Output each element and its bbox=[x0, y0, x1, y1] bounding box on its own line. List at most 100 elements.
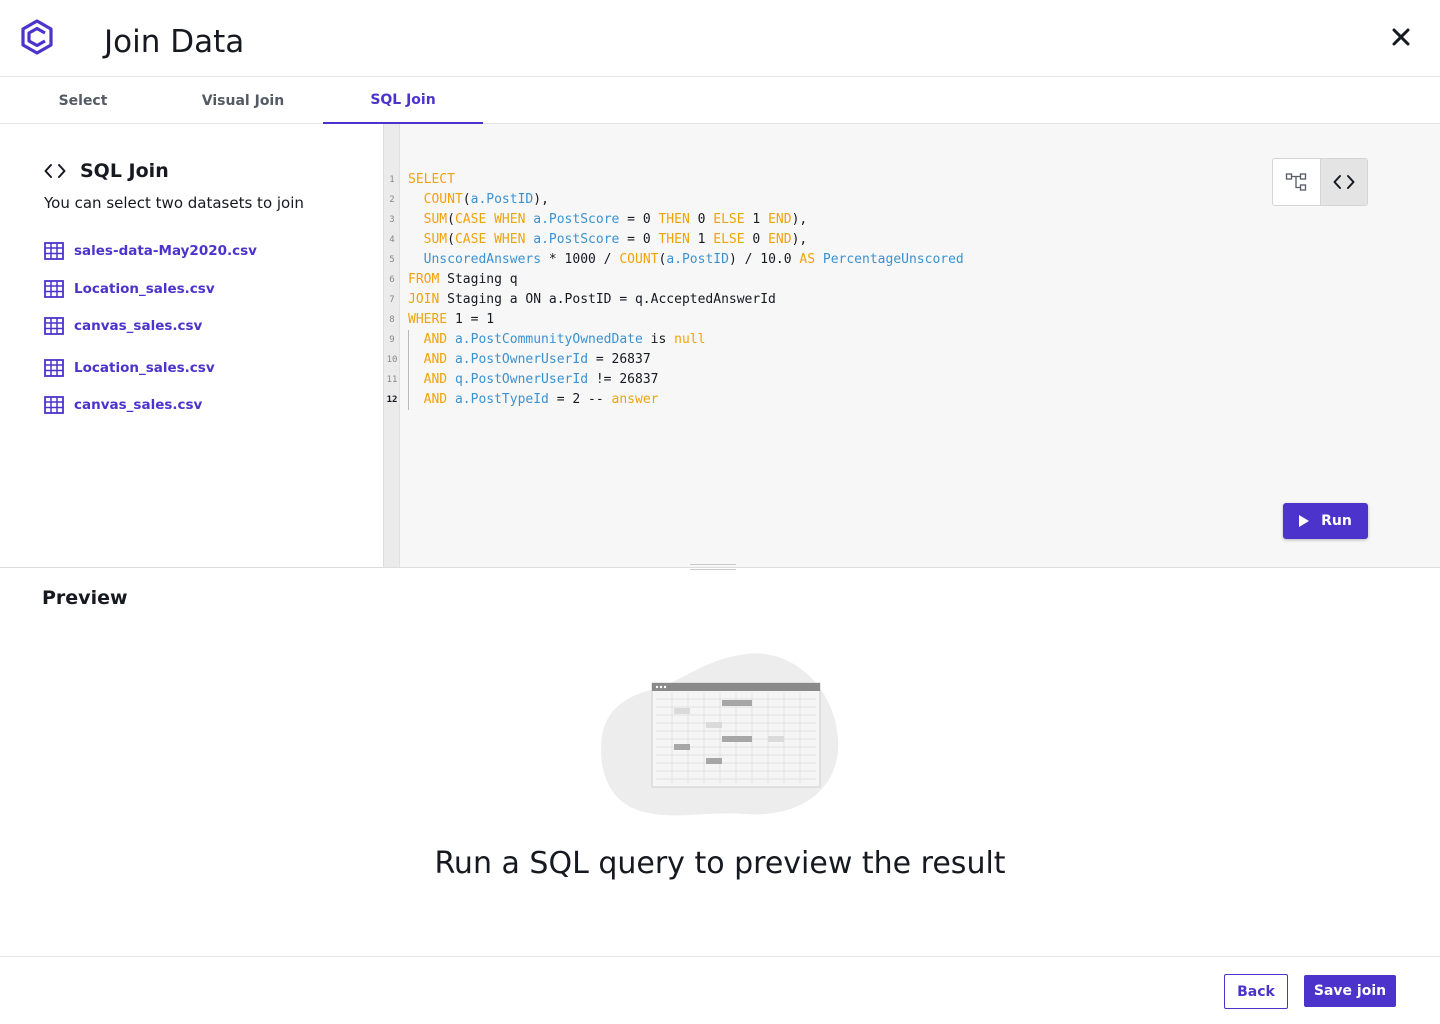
panel-subtitle: You can select two datasets to join bbox=[44, 194, 304, 212]
line-number: 6 bbox=[389, 275, 395, 285]
dataset-item[interactable]: canvas_sales.csv bbox=[44, 396, 202, 414]
sql-identifier: q.PostOwnerUserId bbox=[454, 372, 589, 387]
sql-keyword: THEN bbox=[658, 212, 690, 227]
modal-header: Join Data bbox=[0, 0, 1440, 77]
line-number: 11 bbox=[386, 375, 398, 385]
sql-text: ), bbox=[791, 232, 808, 247]
code-line: 12 AND a.PostTypeId = 2 -- answer bbox=[384, 390, 1284, 410]
sql-text: = 0 bbox=[619, 232, 659, 247]
sql-text: 0 bbox=[689, 212, 714, 227]
line-number: 9 bbox=[389, 335, 395, 345]
line-number: 8 bbox=[389, 315, 395, 325]
preview-title: Preview bbox=[42, 587, 128, 609]
dataset-panel: SQL Join You can select two datasets to … bbox=[0, 124, 384, 567]
dataset-label: canvas_sales.csv bbox=[74, 397, 203, 413]
tab-select[interactable]: Select bbox=[3, 77, 163, 124]
sql-keyword: SUM bbox=[423, 232, 448, 247]
sql-identifier: UnscoredAnswers bbox=[423, 252, 542, 267]
sql-text: * 1000 / bbox=[541, 252, 620, 267]
dataset-label: Location_sales.csv bbox=[74, 281, 215, 297]
table-icon bbox=[44, 317, 64, 335]
code-line: 9 AND a.PostCommunityOwnedDate is null bbox=[384, 330, 1284, 350]
line-number: 10 bbox=[386, 355, 398, 365]
code-mode-button[interactable] bbox=[1319, 159, 1367, 205]
sql-text: is bbox=[642, 332, 675, 347]
visual-diagram-icon bbox=[1286, 173, 1307, 191]
code-line: 10 AND a.PostOwnerUserId = 26837 bbox=[384, 350, 1284, 370]
dataset-item[interactable]: canvas_sales.csv bbox=[44, 317, 202, 335]
line-number: 3 bbox=[389, 215, 395, 225]
sql-identifier: a.PostID bbox=[666, 252, 729, 267]
code-line: 11 AND q.PostOwnerUserId != 26837 bbox=[384, 370, 1284, 390]
table-icon bbox=[44, 396, 64, 414]
code-line: 5 UnscoredAnswers * 1000 / COUNT(a.PostI… bbox=[384, 250, 1284, 270]
save-join-button[interactable]: Save join bbox=[1304, 975, 1396, 1007]
tab-sql-join[interactable]: SQL Join bbox=[323, 77, 483, 124]
sql-text: ), bbox=[791, 212, 808, 227]
sql-keyword: ELSE bbox=[713, 212, 745, 227]
sql-text: Staging a ON a.PostID = q.AcceptedAnswer… bbox=[439, 292, 776, 307]
sql-text: ( bbox=[447, 212, 455, 227]
sql-text: = 0 bbox=[619, 212, 659, 227]
sql-keyword: AS bbox=[799, 252, 816, 267]
sql-keyword: END bbox=[768, 232, 792, 247]
sql-text: ( bbox=[447, 232, 455, 247]
code-brackets-icon bbox=[1333, 175, 1355, 189]
code-line: 4 SUM(CASE WHEN a.PostScore = 0 THEN 1 E… bbox=[384, 230, 1284, 250]
sql-keyword: AND bbox=[423, 332, 448, 347]
sql-identifier: a.PostCommunityOwnedDate bbox=[454, 332, 643, 347]
sql-keyword: WHERE bbox=[408, 312, 448, 327]
line-number: 7 bbox=[389, 295, 395, 305]
sql-keyword: COUNT bbox=[423, 192, 463, 207]
dataset-label: Location_sales.csv bbox=[74, 360, 215, 376]
sql-editor[interactable]: 1 SELECT 2 COUNT(a.PostID), 3 SUM(CASE WHEN… bbox=[384, 124, 1440, 567]
preview-empty-message: Run a SQL query to preview the result bbox=[434, 846, 1006, 881]
dataset-item[interactable]: Location_sales.csv bbox=[44, 359, 215, 377]
empty-table-illustration bbox=[601, 653, 839, 816]
code-text: SUM(CASE WHEN a.PostScore = 0 THEN 1 ELS… bbox=[408, 230, 808, 250]
back-button[interactable]: Back bbox=[1224, 974, 1288, 1009]
sql-keyword: ELSE bbox=[713, 232, 745, 247]
sql-keyword: null bbox=[674, 332, 706, 347]
visual-mode-button[interactable] bbox=[1273, 159, 1320, 205]
code-text: SUM(CASE WHEN a.PostScore = 0 THEN 0 ELS… bbox=[408, 210, 808, 230]
panel-header: SQL Join bbox=[44, 160, 169, 182]
code-text: UnscoredAnswers * 1000 / COUNT(a.PostID)… bbox=[408, 250, 964, 270]
sql-keyword: FROM bbox=[408, 272, 440, 287]
sql-text: 1 bbox=[689, 232, 714, 247]
run-button[interactable]: Run bbox=[1283, 503, 1368, 539]
dataset-item[interactable]: sales-data-May2020.csv bbox=[44, 242, 257, 260]
sql-text: ) / 10.0 bbox=[728, 252, 800, 267]
sql-text: != 26837 bbox=[588, 372, 659, 387]
sql-keyword: AND bbox=[423, 352, 448, 367]
sql-keyword: CASE WHEN bbox=[454, 212, 526, 227]
code-text: SELECT bbox=[408, 170, 455, 190]
sql-keyword: AND bbox=[423, 392, 448, 407]
sql-identifier: a.PostScore bbox=[533, 212, 620, 227]
page-title: Join Data bbox=[104, 24, 245, 60]
code-line: 2 COUNT(a.PostID), bbox=[384, 190, 1284, 210]
line-number: 12 bbox=[386, 395, 398, 405]
sql-text: = 26837 bbox=[588, 352, 651, 367]
line-number: 5 bbox=[389, 255, 395, 265]
code-text: AND a.PostTypeId = 2 -- answer bbox=[408, 390, 659, 410]
code-text: JOIN Staging a ON a.PostID = q.AcceptedA… bbox=[408, 290, 776, 310]
code-line: 3 SUM(CASE WHEN a.PostScore = 0 THEN 0 E… bbox=[384, 210, 1284, 230]
close-button[interactable] bbox=[1386, 22, 1416, 52]
line-number: 1 bbox=[389, 175, 395, 185]
resize-handle[interactable] bbox=[690, 564, 736, 570]
sql-keyword: answer bbox=[611, 392, 659, 407]
sql-keyword: SUM bbox=[423, 212, 448, 227]
canvas-logo-icon bbox=[21, 19, 53, 55]
code-line: 6 FROM Staging q bbox=[384, 270, 1284, 290]
tab-visual-join[interactable]: Visual Join bbox=[163, 77, 323, 124]
sql-keyword: SELECT bbox=[408, 172, 455, 187]
code-text: AND a.PostOwnerUserId = 26837 bbox=[408, 350, 651, 370]
sql-code[interactable]: 1 SELECT 2 COUNT(a.PostID), 3 SUM(CASE WHEN… bbox=[384, 170, 1284, 410]
code-line: 1 SELECT bbox=[384, 170, 1284, 190]
dataset-item[interactable]: Location_sales.csv bbox=[44, 280, 215, 298]
